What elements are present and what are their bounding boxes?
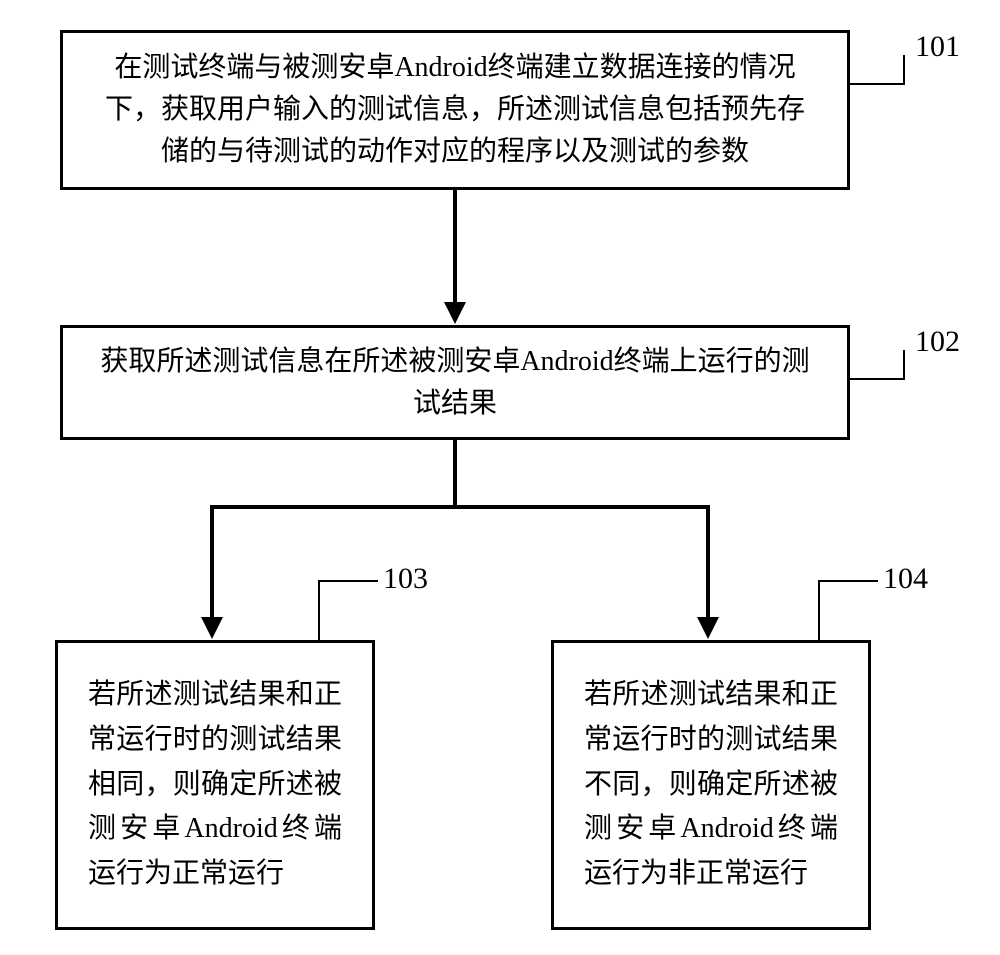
split-left-vertical [210,505,214,620]
arrowhead-right [697,617,719,639]
leader-103 [318,580,378,642]
leader-102 [850,350,905,380]
flowchart-step-104: 若所述测试结果和正常运行时的测试结果不同，则确定所述被测安卓Android终端运… [551,640,871,930]
arrow-101-102 [453,190,457,305]
step-101-text: 在测试终端与被测安卓Android终端建立数据连接的情况下，获取用户输入的测试信… [93,47,817,173]
label-102: 102 [915,325,960,359]
step-103-text: 若所述测试结果和正常运行时的测试结果相同，则确定所述被测安卓Android终端运… [88,673,342,897]
step-102-text: 获取所述测试信息在所述被测安卓Android终端上运行的测试结果 [93,341,817,425]
label-104: 104 [883,562,928,596]
arrowhead-101-102 [444,302,466,324]
flowchart-step-103: 若所述测试结果和正常运行时的测试结果相同，则确定所述被测安卓Android终端运… [55,640,375,930]
label-101: 101 [915,30,960,64]
label-103: 103 [383,562,428,596]
flowchart-step-101: 在测试终端与被测安卓Android终端建立数据连接的情况下，获取用户输入的测试信… [60,30,850,190]
leader-104 [818,580,878,642]
split-stub [453,440,457,505]
split-right-vertical [706,505,710,620]
leader-101 [850,55,905,85]
split-horizontal [210,505,710,509]
step-104-text: 若所述测试结果和正常运行时的测试结果不同，则确定所述被测安卓Android终端运… [584,673,838,897]
flowchart-step-102: 获取所述测试信息在所述被测安卓Android终端上运行的测试结果 [60,325,850,440]
arrowhead-left [201,617,223,639]
